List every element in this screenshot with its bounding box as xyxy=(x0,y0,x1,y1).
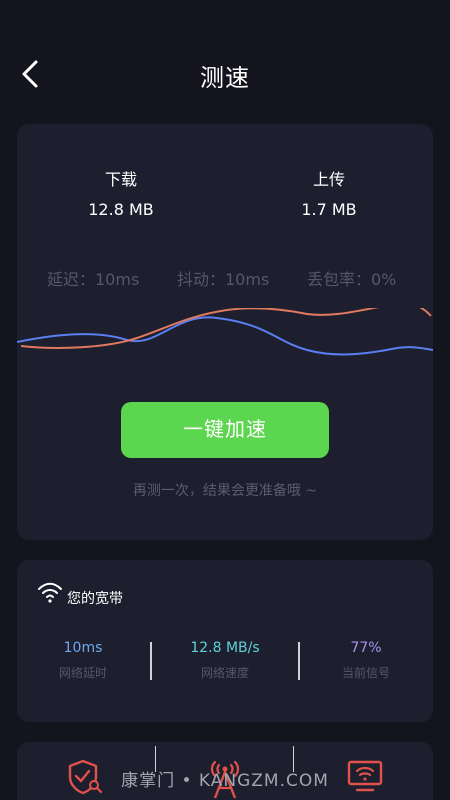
divider xyxy=(150,642,152,680)
stat-value: 77% xyxy=(350,640,382,656)
speed-wave-graph xyxy=(17,308,433,356)
download-value: 12.8 MB xyxy=(88,200,154,219)
packet-loss-metric: 丢包率：0% xyxy=(307,270,397,289)
stat-value: 10ms xyxy=(63,640,103,656)
speed-test-card: 下载 12.8 MB 上传 1.7 MB 延迟：10ms 抖动：10ms 丢包率… xyxy=(17,124,433,540)
stat-label: 当前信号 xyxy=(341,666,390,680)
download-label: 下载 xyxy=(104,170,137,189)
broadband-title: 您的宽带 xyxy=(67,591,123,607)
wifi-icon xyxy=(38,582,62,603)
stat-label: 网络延时 xyxy=(58,666,107,680)
page-title: 测速 xyxy=(200,64,250,92)
upload-value: 1.7 MB xyxy=(301,200,357,219)
stat-label: 网络速度 xyxy=(200,666,249,680)
watermark: 康掌门 • KANGZM.COM xyxy=(121,771,329,791)
divider xyxy=(298,642,300,680)
broadband-card: 您的宽带 10ms 网络延时 12.8 MB/s 网络速度 77% 当前信号 xyxy=(17,560,433,722)
stat-value: 12.8 MB/s xyxy=(190,640,260,656)
stat-network-speed: 12.8 MB/s 网络速度 xyxy=(160,640,290,681)
one-click-accelerate-button[interactable]: 一键加速 xyxy=(121,402,329,458)
download-wave-line xyxy=(17,316,433,356)
upload-label: 上传 xyxy=(312,170,345,189)
latency-metric: 延迟：10ms xyxy=(47,270,140,289)
stat-network-latency: 10ms 网络延时 xyxy=(18,640,148,681)
network-metrics: 延迟：10ms 抖动：10ms 丢包率：0% xyxy=(17,266,433,289)
upload-wave-line xyxy=(20,308,432,349)
jitter-metric: 抖动：10ms xyxy=(177,270,270,289)
app-header: 测速 xyxy=(0,0,450,124)
retest-hint: 再测一次，结果会更准备哦 ~ xyxy=(132,483,318,499)
stat-current-signal: 77% 当前信号 xyxy=(301,640,431,681)
